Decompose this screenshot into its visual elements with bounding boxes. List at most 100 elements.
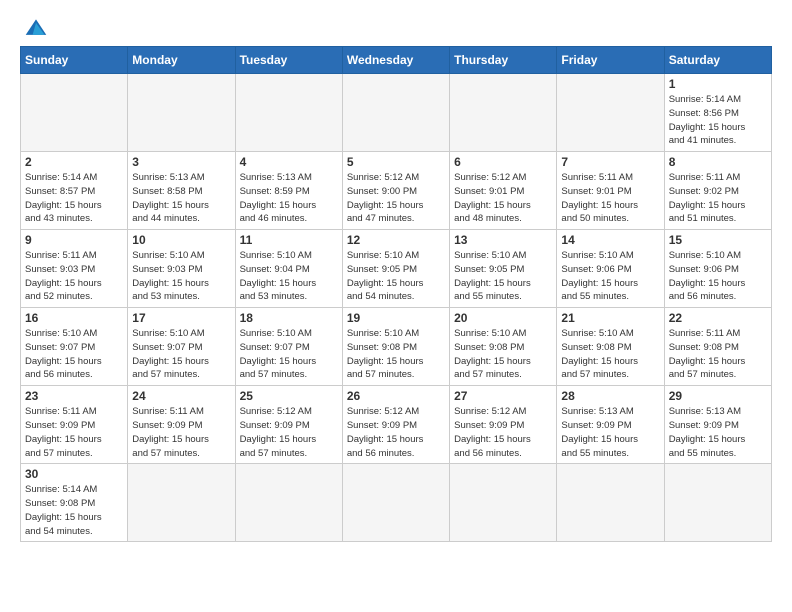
week-row-5: 30 Sunrise: 5:14 AM Sunset: 9:08 PM Dayli… xyxy=(21,464,772,542)
calendar-cell: 21 Sunrise: 5:10 AM Sunset: 9:08 PM Dayli… xyxy=(557,308,664,386)
day-number: 13 xyxy=(454,233,552,247)
calendar-cell xyxy=(664,464,771,542)
day-number: 4 xyxy=(240,155,338,169)
day-info: Sunrise: 5:11 AM Sunset: 9:02 PM Dayligh… xyxy=(669,171,767,226)
day-number: 10 xyxy=(132,233,230,247)
day-info: Sunrise: 5:10 AM Sunset: 9:04 PM Dayligh… xyxy=(240,249,338,304)
calendar-cell xyxy=(235,464,342,542)
day-number: 6 xyxy=(454,155,552,169)
day-number: 21 xyxy=(561,311,659,325)
day-info: Sunrise: 5:11 AM Sunset: 9:03 PM Dayligh… xyxy=(25,249,123,304)
day-info: Sunrise: 5:12 AM Sunset: 9:09 PM Dayligh… xyxy=(347,405,445,460)
header-monday: Monday xyxy=(128,47,235,74)
day-info: Sunrise: 5:13 AM Sunset: 8:59 PM Dayligh… xyxy=(240,171,338,226)
day-number: 7 xyxy=(561,155,659,169)
logo-icon xyxy=(24,16,48,40)
calendar-cell: 18Sunrise: 5:10 AM Sunset: 9:07 PM Dayli… xyxy=(235,308,342,386)
calendar-cell: 15Sunrise: 5:10 AM Sunset: 9:06 PM Dayli… xyxy=(664,230,771,308)
calendar-cell: 3 Sunrise: 5:13 AM Sunset: 8:58 PM Daylig… xyxy=(128,152,235,230)
calendar-cell: 28Sunrise: 5:13 AM Sunset: 9:09 PM Dayli… xyxy=(557,386,664,464)
calendar-cell: 26 Sunrise: 5:12 AM Sunset: 9:09 PM Dayli… xyxy=(342,386,449,464)
calendar-cell: 6 Sunrise: 5:12 AM Sunset: 9:01 PM Daylig… xyxy=(450,152,557,230)
week-row-2: 9 Sunrise: 5:11 AM Sunset: 9:03 PM Daylig… xyxy=(21,230,772,308)
day-number: 22 xyxy=(669,311,767,325)
calendar-cell: 29Sunrise: 5:13 AM Sunset: 9:09 PM Dayli… xyxy=(664,386,771,464)
day-info: Sunrise: 5:12 AM Sunset: 9:09 PM Dayligh… xyxy=(454,405,552,460)
week-row-4: 23 Sunrise: 5:11 AM Sunset: 9:09 PM Dayli… xyxy=(21,386,772,464)
calendar-cell: 12 Sunrise: 5:10 AM Sunset: 9:05 PM Dayli… xyxy=(342,230,449,308)
calendar-cell xyxy=(128,74,235,152)
header-saturday: Saturday xyxy=(664,47,771,74)
calendar-cell xyxy=(450,74,557,152)
calendar-cell: 11 Sunrise: 5:10 AM Sunset: 9:04 PM Dayli… xyxy=(235,230,342,308)
page-header xyxy=(20,16,772,40)
header-wednesday: Wednesday xyxy=(342,47,449,74)
header-friday: Friday xyxy=(557,47,664,74)
day-number: 30 xyxy=(25,467,123,481)
calendar-cell: 17Sunrise: 5:10 AM Sunset: 9:07 PM Dayli… xyxy=(128,308,235,386)
day-number: 26 xyxy=(347,389,445,403)
day-number: 12 xyxy=(347,233,445,247)
calendar-cell: 5 Sunrise: 5:12 AM Sunset: 9:00 PM Daylig… xyxy=(342,152,449,230)
day-info: Sunrise: 5:12 AM Sunset: 9:01 PM Dayligh… xyxy=(454,171,552,226)
day-info: Sunrise: 5:10 AM Sunset: 9:08 PM Dayligh… xyxy=(347,327,445,382)
calendar-cell: 2 Sunrise: 5:14 AM Sunset: 8:57 PM Daylig… xyxy=(21,152,128,230)
calendar-cell xyxy=(342,464,449,542)
day-number: 19 xyxy=(347,311,445,325)
day-info: Sunrise: 5:11 AM Sunset: 9:01 PM Dayligh… xyxy=(561,171,659,226)
day-info: Sunrise: 5:10 AM Sunset: 9:06 PM Dayligh… xyxy=(561,249,659,304)
calendar-cell: 19 Sunrise: 5:10 AM Sunset: 9:08 PM Dayli… xyxy=(342,308,449,386)
day-info: Sunrise: 5:10 AM Sunset: 9:03 PM Dayligh… xyxy=(132,249,230,304)
day-number: 25 xyxy=(240,389,338,403)
day-number: 5 xyxy=(347,155,445,169)
day-number: 8 xyxy=(669,155,767,169)
day-info: Sunrise: 5:14 AM Sunset: 9:08 PM Dayligh… xyxy=(25,483,123,538)
week-row-1: 2 Sunrise: 5:14 AM Sunset: 8:57 PM Daylig… xyxy=(21,152,772,230)
day-number: 2 xyxy=(25,155,123,169)
calendar-cell xyxy=(557,464,664,542)
calendar-cell: 20 Sunrise: 5:10 AM Sunset: 9:08 PM Dayli… xyxy=(450,308,557,386)
calendar-cell xyxy=(128,464,235,542)
day-number: 23 xyxy=(25,389,123,403)
calendar-table: SundayMondayTuesdayWednesdayThursdayFrid… xyxy=(20,46,772,542)
day-number: 16 xyxy=(25,311,123,325)
day-number: 9 xyxy=(25,233,123,247)
calendar-cell: 25 Sunrise: 5:12 AM Sunset: 9:09 PM Dayli… xyxy=(235,386,342,464)
day-number: 17 xyxy=(132,311,230,325)
calendar-cell xyxy=(450,464,557,542)
day-info: Sunrise: 5:11 AM Sunset: 9:09 PM Dayligh… xyxy=(25,405,123,460)
calendar-cell: 24Sunrise: 5:11 AM Sunset: 9:09 PM Dayli… xyxy=(128,386,235,464)
week-row-0: 1 Sunrise: 5:14 AM Sunset: 8:56 PM Daylig… xyxy=(21,74,772,152)
week-row-3: 16 Sunrise: 5:10 AM Sunset: 9:07 PM Dayli… xyxy=(21,308,772,386)
day-number: 15 xyxy=(669,233,767,247)
day-info: Sunrise: 5:10 AM Sunset: 9:05 PM Dayligh… xyxy=(454,249,552,304)
header-tuesday: Tuesday xyxy=(235,47,342,74)
day-number: 1 xyxy=(669,77,767,91)
day-info: Sunrise: 5:10 AM Sunset: 9:08 PM Dayligh… xyxy=(454,327,552,382)
day-info: Sunrise: 5:13 AM Sunset: 8:58 PM Dayligh… xyxy=(132,171,230,226)
calendar-cell xyxy=(342,74,449,152)
day-number: 29 xyxy=(669,389,767,403)
day-info: Sunrise: 5:12 AM Sunset: 9:00 PM Dayligh… xyxy=(347,171,445,226)
day-info: Sunrise: 5:14 AM Sunset: 8:57 PM Dayligh… xyxy=(25,171,123,226)
day-number: 24 xyxy=(132,389,230,403)
day-number: 3 xyxy=(132,155,230,169)
header-sunday: Sunday xyxy=(21,47,128,74)
day-number: 14 xyxy=(561,233,659,247)
day-info: Sunrise: 5:10 AM Sunset: 9:07 PM Dayligh… xyxy=(25,327,123,382)
calendar-cell: 16 Sunrise: 5:10 AM Sunset: 9:07 PM Dayli… xyxy=(21,308,128,386)
calendar-cell: 30 Sunrise: 5:14 AM Sunset: 9:08 PM Dayli… xyxy=(21,464,128,542)
calendar-cell: 14 Sunrise: 5:10 AM Sunset: 9:06 PM Dayli… xyxy=(557,230,664,308)
day-info: Sunrise: 5:14 AM Sunset: 8:56 PM Dayligh… xyxy=(669,93,767,148)
calendar-cell xyxy=(557,74,664,152)
day-number: 18 xyxy=(240,311,338,325)
day-number: 20 xyxy=(454,311,552,325)
calendar-cell: 10 Sunrise: 5:10 AM Sunset: 9:03 PM Dayli… xyxy=(128,230,235,308)
day-info: Sunrise: 5:12 AM Sunset: 9:09 PM Dayligh… xyxy=(240,405,338,460)
day-info: Sunrise: 5:10 AM Sunset: 9:05 PM Dayligh… xyxy=(347,249,445,304)
day-info: Sunrise: 5:10 AM Sunset: 9:08 PM Dayligh… xyxy=(561,327,659,382)
calendar-cell: 4 Sunrise: 5:13 AM Sunset: 8:59 PM Daylig… xyxy=(235,152,342,230)
day-number: 11 xyxy=(240,233,338,247)
day-number: 28 xyxy=(561,389,659,403)
calendar-cell: 8 Sunrise: 5:11 AM Sunset: 9:02 PM Daylig… xyxy=(664,152,771,230)
